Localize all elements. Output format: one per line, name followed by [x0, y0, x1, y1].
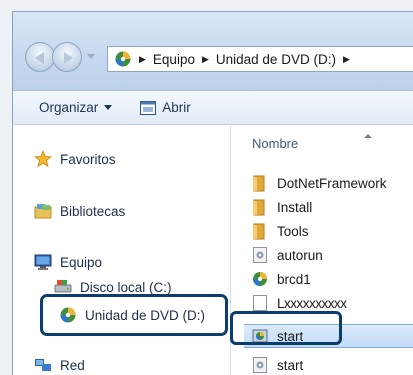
breadcrumb-separator[interactable]: ▶ [202, 54, 209, 65]
back-button[interactable] [25, 42, 55, 72]
nav-item-libraries[interactable]: Bibliotecas [34, 202, 125, 220]
breadcrumb-computer[interactable]: Equipo [153, 52, 195, 67]
file-name: brcd1 [277, 271, 311, 287]
recent-pages-dropdown[interactable] [87, 54, 95, 59]
file-name: start [277, 357, 304, 373]
breadcrumb-dvd-drive[interactable]: Unidad de DVD (D:) [216, 52, 336, 67]
nav-item-label: Equipo [60, 254, 103, 270]
nav-item-dvd-drive[interactable]: Unidad de DVD (D:) [59, 306, 205, 324]
command-bar: Organizar Abrir [13, 91, 413, 125]
breadcrumb-separator[interactable]: ▶ [343, 54, 350, 65]
computer-icon [34, 254, 52, 270]
nav-item-label: Favoritos [60, 151, 116, 167]
open-button[interactable]: Abrir [140, 100, 191, 115]
file-name: autorun [277, 247, 323, 263]
folder-icon [253, 199, 265, 216]
file-name: DotNetFramework [277, 175, 387, 191]
blank-file-icon [253, 295, 267, 311]
nav-item-label: Disco local (C:) [80, 279, 172, 295]
file-name: Install [277, 199, 313, 215]
file-name: Tools [277, 223, 309, 239]
address-bar[interactable]: ▶ Equipo ▶ Unidad de DVD (D:) ▶ [107, 46, 413, 72]
installer-icon [253, 272, 267, 286]
nav-item-label: Unidad de DVD (D:) [85, 307, 206, 323]
breadcrumb-separator[interactable]: ▶ [139, 54, 146, 65]
star-icon [34, 150, 52, 168]
chevron-down-icon [104, 105, 113, 110]
nav-item-label: Red [60, 357, 85, 373]
file-row[interactable]: start [252, 356, 303, 374]
dvd-drive-icon [115, 51, 131, 67]
file-row[interactable]: autorun [252, 246, 323, 264]
settings-file-icon [253, 357, 267, 373]
settings-file-icon [253, 247, 267, 263]
file-row[interactable]: Tools [252, 222, 309, 240]
file-name: Lxxxxxxxxxx [277, 295, 347, 311]
nav-item-computer[interactable]: Equipo [34, 253, 102, 271]
organize-label: Organizar [39, 100, 99, 115]
dvd-drive-icon [60, 307, 76, 323]
file-row[interactable]: DotNetFramework [252, 174, 387, 192]
navigation-pane: Favoritos Bibliotecas Equipo Disco local… [13, 126, 231, 375]
file-row[interactable]: brcd1 [252, 270, 311, 288]
column-header-name[interactable]: Nombre [252, 136, 298, 151]
start-file-highlight [230, 311, 342, 345]
forward-button[interactable] [52, 42, 82, 72]
folder-icon [253, 175, 265, 192]
file-row[interactable]: Lxxxxxxxxxx [252, 294, 347, 312]
nav-item-label: Bibliotecas [60, 203, 126, 219]
folder-icon [253, 223, 265, 240]
organize-button[interactable]: Organizar [39, 100, 113, 115]
library-icon [34, 204, 52, 219]
explorer-window: ▶ Equipo ▶ Unidad de DVD (D:) ▶ Organiza… [12, 11, 413, 375]
address-bar-area: ▶ Equipo ▶ Unidad de DVD (D:) ▶ [13, 12, 413, 91]
sort-ascending-icon [364, 134, 372, 138]
nav-item-network[interactable]: Red [34, 356, 85, 374]
file-row[interactable]: Install [252, 198, 312, 216]
open-label: Abrir [162, 100, 191, 115]
open-window-icon [140, 100, 157, 115]
nav-item-favorites[interactable]: Favoritos [34, 150, 116, 168]
network-icon [35, 359, 51, 371]
